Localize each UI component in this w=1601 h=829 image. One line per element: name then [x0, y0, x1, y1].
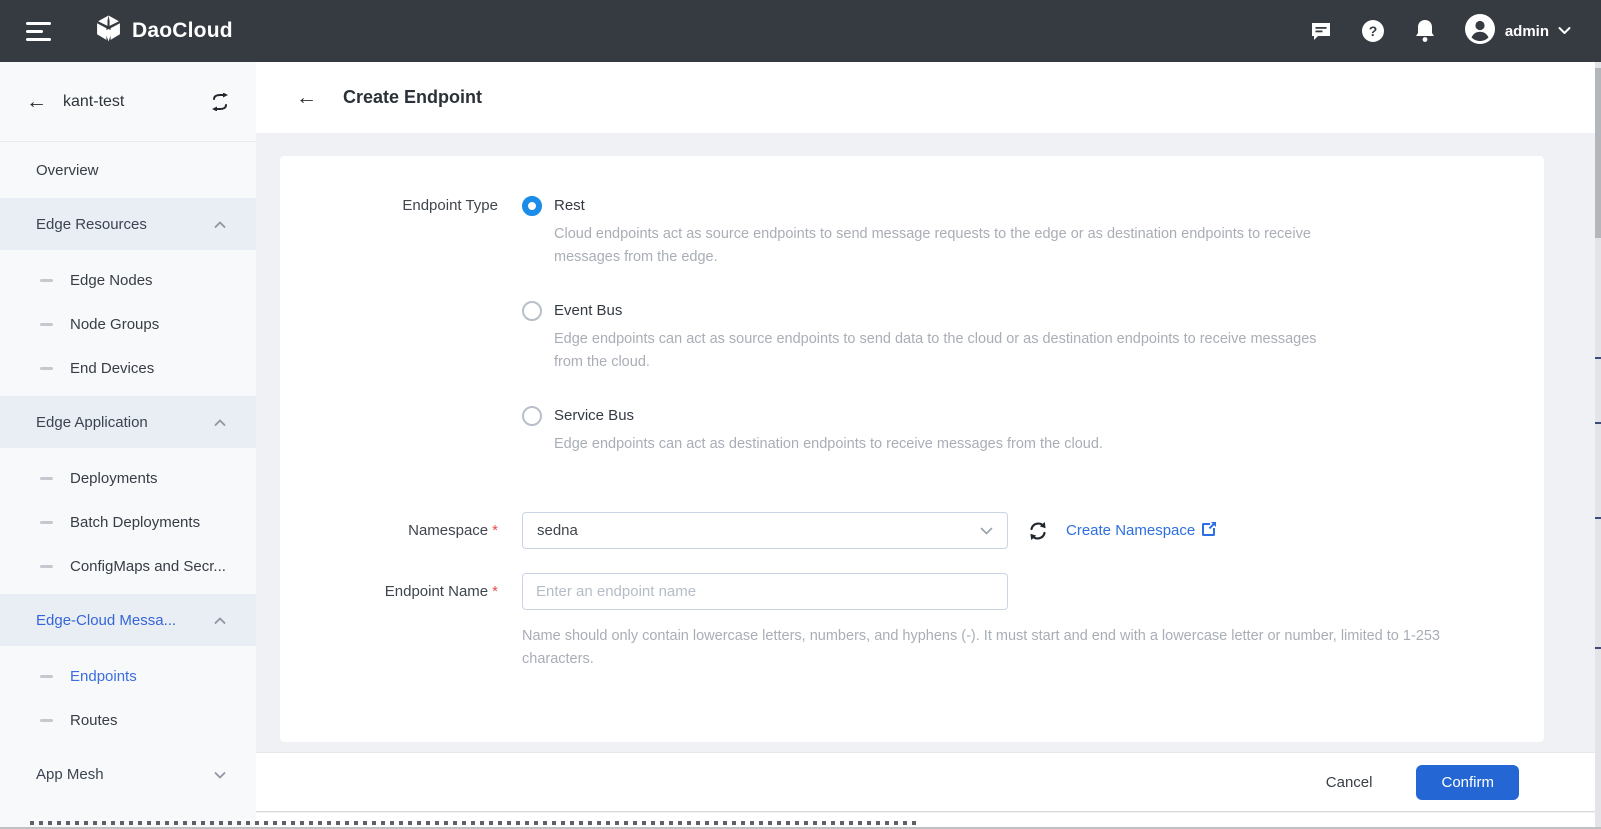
refresh-namespaces-icon[interactable]	[1027, 520, 1049, 542]
radio-rest[interactable]	[522, 196, 542, 216]
sidebar: ← kant-test Overview Edge Resources Edge…	[0, 62, 256, 829]
endpoint-type-option-service-bus: Service Bus Edge endpoints can act as de…	[522, 404, 1326, 456]
bell-icon[interactable]	[1413, 18, 1437, 44]
confirm-button[interactable]: Confirm	[1416, 765, 1519, 800]
top-bar: DaoCloud ? admin	[0, 0, 1601, 62]
chat-icon[interactable]	[1309, 19, 1333, 43]
create-namespace-link[interactable]: Create Namespace	[1066, 521, 1217, 540]
create-endpoint-form: Endpoint Type Rest Cloud endpoints act a…	[280, 156, 1544, 742]
namespace-row: Namespace* sedna Create Namespace	[280, 512, 1544, 549]
option-description: Edge endpoints can act as source endpoin…	[554, 328, 1326, 374]
brand-name: DaoCloud	[132, 19, 233, 43]
endpoint-name-row: Endpoint Name* Name should only contain …	[280, 573, 1544, 671]
sidebar-item-overview[interactable]: Overview	[0, 142, 256, 198]
sidebar-section-app-mesh[interactable]: App Mesh	[0, 748, 256, 800]
help-icon[interactable]: ?	[1360, 18, 1386, 44]
svg-text:?: ?	[1369, 23, 1378, 39]
dash-icon	[40, 323, 53, 326]
workspace-title: kant-test	[63, 93, 194, 111]
dash-icon	[40, 279, 53, 282]
back-icon[interactable]: ←	[26, 91, 47, 112]
sidebar-item-configmaps-secrets[interactable]: ConfigMaps and Secr...	[0, 544, 256, 588]
endpoint-name-input[interactable]	[522, 573, 1008, 610]
namespace-select[interactable]: sedna	[522, 512, 1008, 549]
sidebar-nav: Overview Edge Resources Edge Nodes Node …	[0, 142, 256, 829]
brand[interactable]: DaoCloud	[95, 15, 233, 47]
sidebar-item-deployments[interactable]: Deployments	[0, 456, 256, 500]
sidebar-item-node-groups[interactable]: Node Groups	[0, 302, 256, 346]
clipped-text-artifact	[30, 821, 920, 825]
option-label[interactable]: Rest	[554, 194, 1326, 218]
dash-icon	[40, 477, 53, 480]
required-marker: *	[492, 522, 498, 539]
dash-icon	[40, 675, 53, 678]
endpoint-name-helper-text: Name should only contain lowercase lette…	[522, 625, 1474, 671]
sidebar-section-edge-cloud-message[interactable]: Edge-Cloud Messa...	[0, 594, 256, 646]
daocloud-logo-icon	[95, 15, 122, 47]
sidebar-item-edge-nodes[interactable]: Edge Nodes	[0, 258, 256, 302]
namespace-label: Namespace*	[280, 512, 498, 549]
endpoint-type-option-rest: Rest Cloud endpoints act as source endpo…	[522, 194, 1326, 269]
option-description: Cloud endpoints act as source endpoints …	[554, 223, 1326, 269]
namespace-value: sedna	[537, 522, 578, 539]
external-link-icon	[1202, 521, 1217, 540]
sidebar-item-batch-deployments[interactable]: Batch Deployments	[0, 500, 256, 544]
sidebar-section-edge-application[interactable]: Edge Application	[0, 396, 256, 448]
vertical-scrollbar[interactable]	[1595, 62, 1601, 829]
sidebar-item-routes[interactable]: Routes	[0, 698, 256, 742]
radio-service-bus[interactable]	[522, 406, 542, 426]
chevron-up-icon	[214, 414, 226, 431]
sidebar-item-endpoints[interactable]: Endpoints	[0, 654, 256, 698]
cancel-button[interactable]: Cancel	[1326, 774, 1373, 791]
option-description: Edge endpoints can act as destination en…	[554, 433, 1103, 456]
avatar-icon	[1464, 13, 1496, 50]
page-back-icon[interactable]: ←	[296, 87, 317, 108]
page-title: Create Endpoint	[343, 87, 482, 108]
dash-icon	[40, 367, 53, 370]
option-label[interactable]: Service Bus	[554, 404, 1103, 428]
action-bar: Cancel Confirm	[256, 752, 1601, 812]
scrollbar-thumb[interactable]	[1595, 68, 1601, 238]
user-menu[interactable]: admin	[1464, 13, 1571, 50]
chevron-up-icon	[214, 612, 226, 629]
dash-icon	[40, 565, 53, 568]
sidebar-item-end-devices[interactable]: End Devices	[0, 346, 256, 390]
endpoint-name-label: Endpoint Name*	[280, 573, 498, 671]
radio-event-bus[interactable]	[522, 301, 542, 321]
sidebar-header: ← kant-test	[0, 62, 256, 142]
endpoint-type-row: Endpoint Type Rest Cloud endpoints act a…	[280, 194, 1544, 486]
chevron-down-icon	[1558, 22, 1571, 40]
dash-icon	[40, 521, 53, 524]
endpoint-type-option-event-bus: Event Bus Edge endpoints can act as sour…	[522, 299, 1326, 374]
switch-workspace-icon[interactable]	[210, 93, 230, 111]
required-marker: *	[492, 583, 498, 600]
chevron-down-icon	[214, 766, 226, 783]
page-header: ← Create Endpoint	[256, 62, 1601, 133]
option-label[interactable]: Event Bus	[554, 299, 1326, 323]
chevron-down-icon	[980, 522, 993, 539]
dash-icon	[40, 719, 53, 722]
endpoint-type-label: Endpoint Type	[280, 194, 498, 486]
user-name: admin	[1505, 23, 1549, 40]
chevron-up-icon	[214, 216, 226, 233]
menu-icon[interactable]	[26, 22, 51, 41]
sidebar-section-edge-resources[interactable]: Edge Resources	[0, 198, 256, 250]
main-content: ← Create Endpoint Endpoint Type Rest Clo…	[256, 62, 1601, 829]
